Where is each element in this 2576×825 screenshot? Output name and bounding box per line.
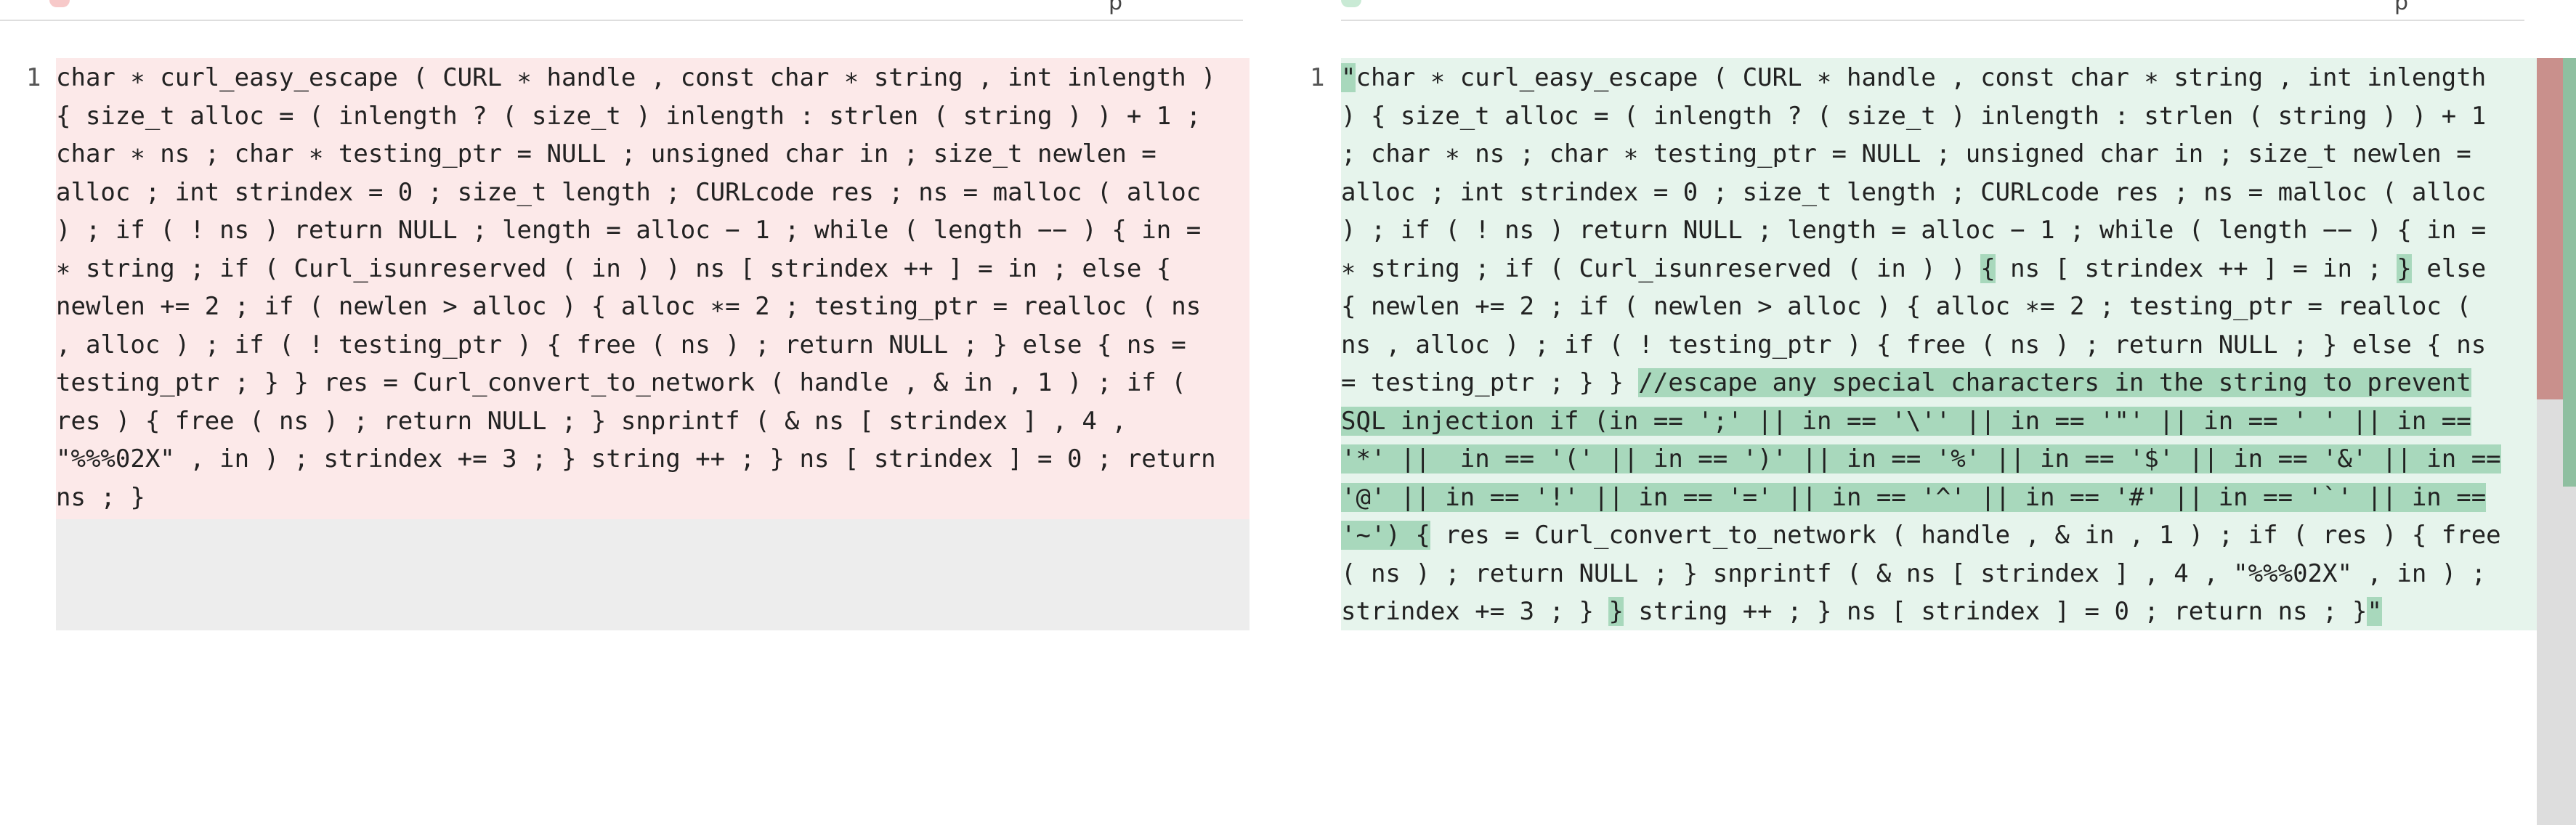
left-header-title: p: [1109, 0, 1123, 15]
code-text: ns [ strindex ++ ] = in ;: [1995, 253, 2397, 283]
inserted-text: {: [1980, 253, 1996, 283]
code-text: ) ; if ( ! ns ) return NULL ; length = a…: [1341, 216, 2487, 245]
inserted-text: SQL injection if (in == ';' || in == '\'…: [1341, 406, 2471, 436]
code-line: { newlen += 2 ; if ( newlen > alloc ) { …: [1341, 288, 2501, 326]
left-file-status-icon: [49, 0, 70, 7]
code-text: strindex += 3 ; }: [1341, 597, 1609, 626]
inserted-text: }: [2397, 253, 2412, 283]
code-line: ) ; if ( ! ns ) return NULL ; length = a…: [56, 216, 1202, 245]
code-line: newlen += 2 ; if ( newlen > alloc ) { al…: [56, 292, 1202, 321]
code-line: "char ∗ curl_easy_escape ( CURL ∗ handle…: [1341, 59, 2501, 97]
code-text: string ++ ; } ns [ strindex ] = 0 ; retu…: [1623, 597, 2368, 626]
code-text: char ∗ curl_easy_escape ( CURL ∗ handle …: [1356, 63, 2487, 92]
code-line: alloc ; int strindex = 0 ; size_t length…: [1341, 174, 2501, 212]
code-line: ∗ string ; if ( Curl_isunreserved ( in )…: [56, 253, 1172, 283]
code-line: '@' || in == '!' || in == '=' || in == '…: [1341, 479, 2501, 517]
code-line: '*' || in == '(' || in == ')' || in == '…: [1341, 440, 2501, 479]
code-line: ) ; if ( ! ns ) return NULL ; length = a…: [1341, 211, 2501, 250]
code-line: char ∗ curl_easy_escape ( CURL ∗ handle …: [56, 63, 1216, 92]
code-line: "%%%02X" , in ) ; strindex += 3 ; } stri…: [56, 444, 1216, 474]
code-text: ns , alloc ) ; if ( ! testing_ptr ) { fr…: [1341, 330, 2487, 359]
right-code-block[interactable]: "char ∗ curl_easy_escape ( CURL ∗ handle…: [1341, 59, 2501, 631]
scrollbar-deletion-marker: [2537, 58, 2563, 399]
code-line: '~') { res = Curl_convert_to_network ( h…: [1341, 516, 2501, 555]
code-line: ns , alloc ) ; if ( ! testing_ptr ) { fr…: [1341, 326, 2501, 365]
code-text: ∗ string ; if ( Curl_isunreserved ( in )…: [1341, 253, 1981, 283]
code-text: ; char ∗ ns ; char ∗ testing_ptr = NULL …: [1341, 139, 2471, 168]
code-line: ( ns ) ; return NULL ; } snprintf ( & ns…: [1341, 555, 2501, 593]
code-line: alloc ; int strindex = 0 ; size_t length…: [56, 177, 1202, 207]
code-line: = testing_ptr ; } } //escape any special…: [1341, 364, 2501, 402]
code-text: res = Curl_convert_to_network ( handle ,…: [1430, 521, 2501, 550]
inserted-text: '@' || in == '!' || in == '=' || in == '…: [1341, 482, 2487, 512]
right-line-number: 1: [1310, 63, 1325, 92]
scrollbar-insertion-marker: [2563, 58, 2576, 487]
right-file-status-icon: [1341, 0, 1361, 7]
code-text: = testing_ptr ; } }: [1341, 368, 1639, 397]
code-line: , alloc ) ; if ( ! testing_ptr ) { free …: [56, 330, 1186, 359]
left-header-divider: [0, 20, 1243, 21]
code-line: ; char ∗ ns ; char ∗ testing_ptr = NULL …: [1341, 135, 2501, 174]
code-line: strindex += 3 ; } } string ++ ; } ns [ s…: [1341, 593, 2501, 631]
inserted-text: //escape any special characters in the s…: [1638, 368, 2471, 397]
code-text: ( ns ) ; return NULL ; } snprintf ( & ns…: [1341, 558, 2487, 588]
inserted-text: ": [1341, 63, 1356, 92]
code-line: ∗ string ; if ( Curl_isunreserved ( in )…: [1341, 250, 2501, 288]
code-line: SQL injection if (in == ';' || in == '\'…: [1341, 402, 2501, 441]
code-line: res ) { free ( ns ) ; return NULL ; } sn…: [56, 406, 1127, 436]
code-text: { newlen += 2 ; if ( newlen > alloc ) { …: [1341, 292, 2471, 321]
left-line-number: 1: [26, 63, 41, 92]
inserted-text: ": [2367, 597, 2382, 626]
left-code-block[interactable]: char ∗ curl_easy_escape ( CURL ∗ handle …: [56, 59, 1216, 516]
code-line: testing_ptr ; } } res = Curl_convert_to_…: [56, 368, 1186, 397]
right-header-title: p: [2394, 0, 2409, 15]
vertical-scrollbar[interactable]: [2537, 58, 2576, 825]
inserted-text: '~') {: [1341, 521, 1430, 550]
code-text: ) { size_t alloc = ( inlength ? ( size_t…: [1341, 101, 2487, 131]
code-text: else: [2411, 253, 2487, 283]
code-line: ) { size_t alloc = ( inlength ? ( size_t…: [1341, 97, 2501, 136]
code-line: ns ; }: [56, 482, 145, 512]
right-header-divider: [1341, 20, 2524, 21]
inserted-text: }: [1608, 597, 1624, 626]
code-text: alloc ; int strindex = 0 ; size_t length…: [1341, 177, 2487, 207]
code-line: { size_t alloc = ( inlength ? ( size_t )…: [56, 101, 1202, 131]
code-line: char ∗ ns ; char ∗ testing_ptr = NULL ; …: [56, 139, 1157, 168]
inserted-text: '*' || in == '(' || in == ')' || in == '…: [1341, 444, 2501, 474]
